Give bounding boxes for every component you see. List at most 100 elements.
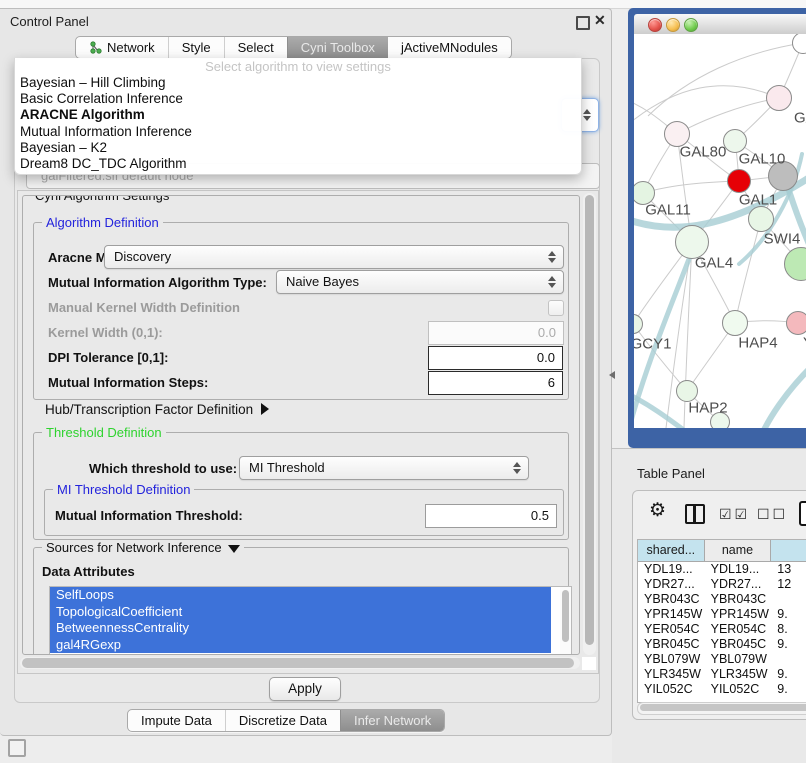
float-window-icon[interactable] (576, 16, 590, 30)
apply-button[interactable]: Apply (269, 677, 341, 701)
table-column-header[interactable]: shared... (638, 540, 705, 561)
mi-steps-field[interactable]: 6 (428, 371, 563, 395)
algorithm-option[interactable]: Bayesian – Hill Climbing (15, 75, 581, 91)
table-cell: YER054C (705, 622, 772, 637)
network-window-titlebar[interactable] (634, 14, 806, 35)
network-node-label: HAP2 (688, 400, 727, 417)
aracne-mode-combo[interactable]: Discovery (104, 245, 564, 269)
expand-arrow-icon (261, 403, 269, 415)
table-panel: ⚙ ☑☑ ☐☐ shared...name YDL19...YDL19...13… (632, 490, 806, 720)
table-cell (771, 652, 806, 667)
data-attribute-item[interactable]: TopologicalCoefficient (50, 604, 551, 621)
tab-select-label: Select (238, 40, 274, 55)
network-node[interactable] (748, 206, 774, 232)
table-column-header[interactable]: name (705, 540, 772, 561)
table-cell: YBR045C (638, 637, 705, 652)
network-canvas[interactable]: GALGAL80GAL10GAL1GAL11SWI4GAL4GCY1HAP4YH… (634, 34, 806, 428)
table-column-header[interactable] (771, 540, 806, 561)
mi-threshold-title: MI Threshold Definition (53, 482, 194, 497)
algorithm-option[interactable]: Mutual Information Inference (15, 124, 581, 140)
table-cell: YBR045C (705, 637, 772, 652)
control-panel-tabbar: Network Style Select Cyni Toolbox jActiv… (75, 36, 512, 59)
table-cell: 13 (771, 562, 806, 577)
algorithm-definition-title: Algorithm Definition (42, 215, 163, 230)
network-node-label: GAL4 (695, 255, 733, 272)
hub-definition-label: Hub/Transcription Factor Definition (45, 402, 253, 417)
tab-discretize-data-label: Discretize Data (239, 713, 327, 728)
tab-network[interactable]: Network (76, 37, 168, 58)
settings-vertical-scrollbar[interactable] (583, 193, 596, 655)
table-cell: YBL079W (638, 652, 705, 667)
zoom-traffic-light-icon[interactable] (684, 18, 698, 32)
table-cell: 8. (771, 622, 806, 637)
table-cell: YIL052C (638, 682, 705, 697)
panel-grip-icon[interactable] (8, 739, 26, 757)
which-threshold-value: MI Threshold (249, 460, 325, 475)
collapse-arrow-icon (228, 545, 240, 553)
mi-type-combo[interactable]: Naive Bayes (276, 270, 564, 294)
tab-discretize-data[interactable]: Discretize Data (225, 710, 340, 731)
data-attributes-list: SelfLoopsTopologicalCoefficientBetweenne… (49, 586, 572, 655)
mi-type-label: Mutual Information Algorithm Type: (48, 275, 267, 290)
network-node[interactable] (766, 85, 792, 111)
algorithm-option[interactable]: ARACNE Algorithm (15, 107, 581, 123)
combo-arrows-icon (582, 99, 592, 131)
kernel-width-field[interactable]: 0.0 (428, 321, 564, 345)
network-node[interactable] (723, 129, 747, 153)
table-cell: YLR345W (705, 667, 772, 682)
close-icon[interactable]: ✕ (594, 12, 606, 29)
hub-definition-toggle[interactable]: Hub/Transcription Factor Definition (45, 402, 269, 417)
network-node[interactable] (786, 311, 806, 335)
document-icon[interactable] (799, 501, 806, 526)
settings-horizontal-scrollbar[interactable] (20, 657, 580, 669)
sources-title[interactable]: Sources for Network Inference (42, 540, 244, 555)
data-attribute-item[interactable]: SelfLoops (50, 587, 551, 604)
which-threshold-combo[interactable]: MI Threshold (239, 456, 529, 480)
gear-icon[interactable]: ⚙ (649, 499, 666, 522)
table-row[interactable]: YLR345WYLR345W9. (638, 667, 806, 682)
splitter-collapse-arrow[interactable] (609, 371, 615, 379)
table-row[interactable]: YER054CYER054C8. (638, 622, 806, 637)
scrollbar-corner (582, 657, 596, 670)
table-row[interactable]: YBR043CYBR043C (638, 592, 806, 607)
table-cell: 9. (771, 682, 806, 697)
close-traffic-light-icon[interactable] (648, 18, 662, 32)
mi-threshold-field[interactable]: 0.5 (425, 504, 557, 528)
table-row[interactable]: YDR27...YDR27...12 (638, 577, 806, 592)
table-row[interactable]: YDL19...YDL19...13 (638, 562, 806, 577)
mi-type-value: Naive Bayes (286, 274, 359, 289)
network-node[interactable] (727, 169, 751, 193)
column-layout-icon[interactable] (685, 504, 705, 524)
table-horizontal-scrollbar[interactable] (637, 702, 806, 715)
table-cell: 9. (771, 637, 806, 652)
algorithm-option[interactable]: Dream8 DC_TDC Algorithm (15, 156, 581, 172)
network-node[interactable] (722, 310, 748, 336)
tab-impute-data[interactable]: Impute Data (128, 710, 225, 731)
network-node-label: GAL80 (680, 144, 727, 161)
table-cell: 12 (771, 577, 806, 592)
tab-infer-network[interactable]: Infer Network (340, 710, 444, 731)
table-row[interactable]: YBR045CYBR045C9. (638, 637, 806, 652)
dpi-tolerance-field[interactable]: 0.0 (428, 346, 563, 370)
tab-style[interactable]: Style (168, 37, 224, 58)
deselect-all-icon[interactable]: ☐☐ (757, 506, 788, 523)
data-attribute-item[interactable]: gal4RGexp (50, 637, 551, 654)
select-all-icon[interactable]: ☑☑ (719, 506, 750, 523)
list-scrollbar[interactable] (560, 587, 571, 655)
algorithm-option[interactable]: Bayesian – K2 (15, 140, 581, 156)
threshold-definition-group: Threshold Definition Which threshold to … (33, 432, 569, 540)
tab-cyni-toolbox[interactable]: Cyni Toolbox (287, 37, 388, 58)
aracne-mode-value: Discovery (114, 249, 171, 264)
tab-jactivemnodules[interactable]: jActiveMNodules (388, 37, 511, 58)
algorithm-option[interactable]: Basic Correlation Inference (15, 91, 581, 107)
manual-kernel-label: Manual Kernel Width Definition (48, 300, 240, 315)
tab-select[interactable]: Select (224, 37, 287, 58)
data-attribute-item[interactable]: BetweennessCentrality (50, 620, 551, 637)
manual-kernel-checkbox[interactable] (548, 300, 564, 316)
table-cell: YPR145W (638, 607, 705, 622)
table-row[interactable]: YBL079WYBL079W (638, 652, 806, 667)
table-row[interactable]: YIL052CYIL052C9. (638, 682, 806, 697)
network-node-label: GAL11 (645, 202, 691, 219)
minimize-traffic-light-icon[interactable] (666, 18, 680, 32)
table-row[interactable]: YPR145WYPR145W9. (638, 607, 806, 622)
